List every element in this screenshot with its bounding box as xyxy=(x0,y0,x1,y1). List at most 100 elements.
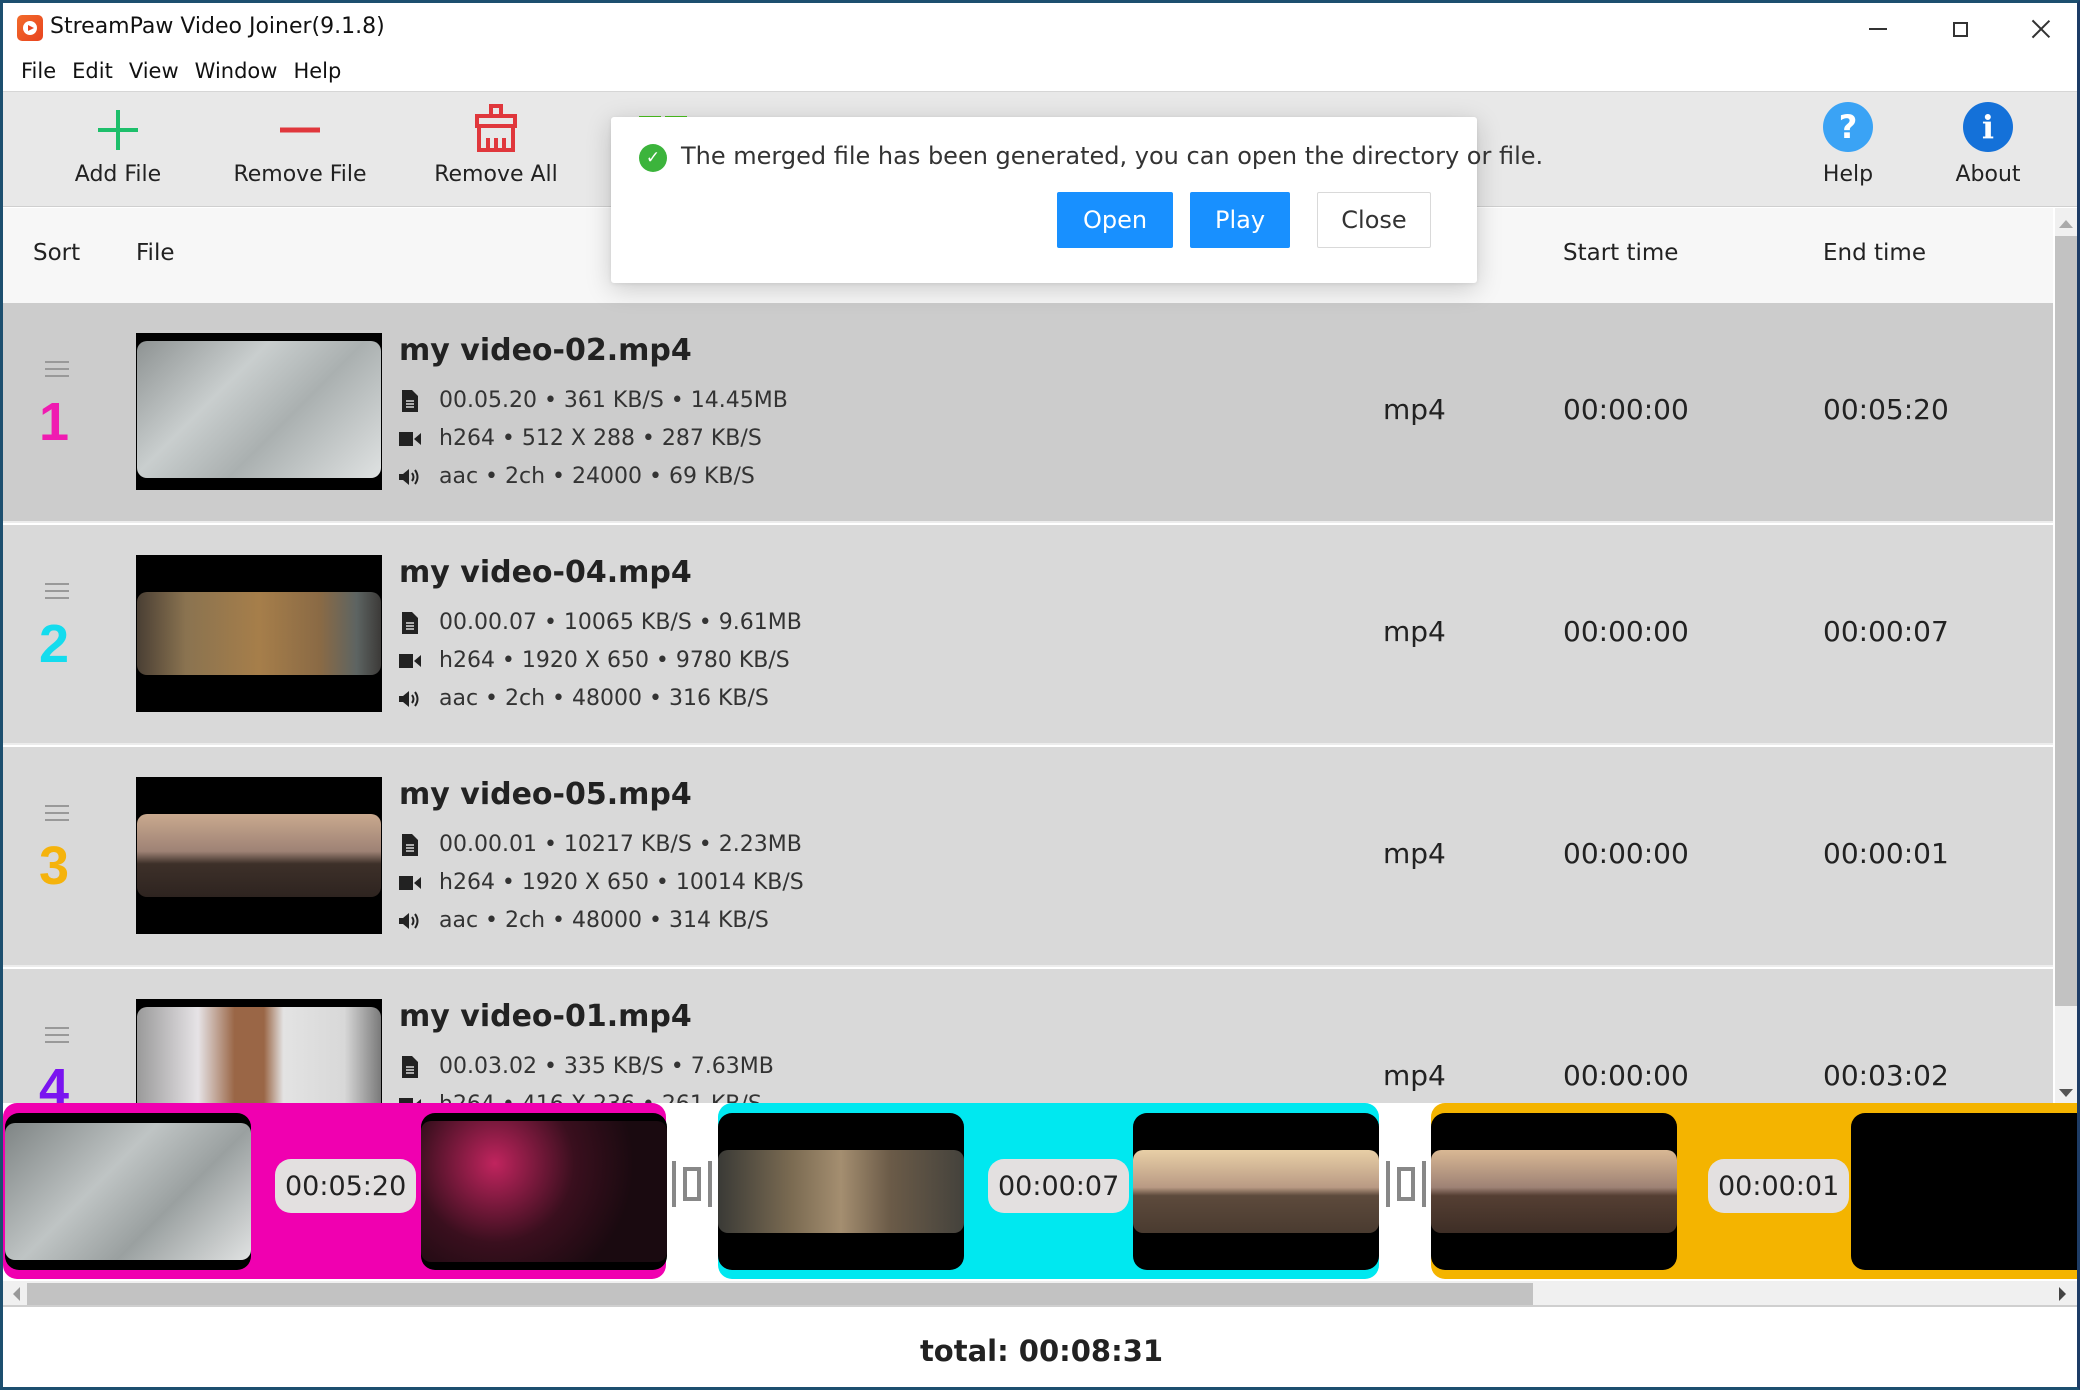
menu-edit[interactable]: Edit xyxy=(64,55,121,91)
video-info: h264 • 1920 X 650 • 9780 KB/S xyxy=(399,648,790,673)
timeline-segment[interactable]: 00:00:01 xyxy=(1431,1103,2077,1279)
info-icon: i xyxy=(1963,102,2013,152)
timeline-segment[interactable]: 00:00:07 xyxy=(718,1103,1379,1279)
plus-icon xyxy=(98,110,138,150)
maximize-button[interactable] xyxy=(1930,9,1990,49)
audio-info: aac • 2ch • 24000 • 69 KB/S xyxy=(399,464,755,489)
end-time-cell[interactable]: 00:00:01 xyxy=(1823,837,1949,870)
join-handle-icon[interactable] xyxy=(1386,1161,1426,1209)
clip-start-thumbnail xyxy=(5,1113,251,1270)
remove-all-button[interactable]: Remove All xyxy=(423,92,569,208)
file-icon xyxy=(399,833,421,856)
row-index: 2 xyxy=(39,614,70,674)
check-circle-icon: ✓ xyxy=(639,144,667,172)
clip-end-thumbnail xyxy=(1851,1113,2077,1270)
file-row[interactable]: 3 my video-05.mp4 00.00.01 • 10217 KB/S … xyxy=(3,747,2053,967)
scroll-right-arrow-icon[interactable] xyxy=(2059,1287,2066,1301)
menu-help[interactable]: Help xyxy=(285,55,349,91)
add-file-button[interactable]: Add File xyxy=(63,92,173,208)
menu-window[interactable]: Window xyxy=(187,55,286,91)
clip-end-thumbnail xyxy=(421,1113,667,1270)
end-time-cell[interactable]: 00:05:20 xyxy=(1823,393,1949,426)
speaker-icon xyxy=(399,912,421,930)
minimize-icon xyxy=(1869,28,1887,30)
end-time-cell[interactable]: 00:00:07 xyxy=(1823,615,1949,648)
about-button[interactable]: i About xyxy=(1933,92,2043,208)
segment-duration: 00:00:01 xyxy=(1708,1159,1850,1213)
video-camera-icon xyxy=(399,875,421,891)
total-duration: total: 00:08:31 xyxy=(919,1334,1164,1368)
format-cell: mp4 xyxy=(1383,1059,1446,1092)
join-handle-icon[interactable] xyxy=(672,1161,712,1209)
start-time-cell[interactable]: 00:00:00 xyxy=(1563,393,1689,426)
drag-handle-icon[interactable] xyxy=(45,361,69,379)
audio-info: aac • 2ch • 48000 • 314 KB/S xyxy=(399,908,769,933)
help-label: Help xyxy=(1822,162,1874,187)
speaker-icon xyxy=(399,690,421,708)
video-info: h264 • 512 X 288 • 287 KB/S xyxy=(399,426,762,451)
drag-handle-icon[interactable] xyxy=(45,1027,69,1045)
file-info: 00.03.02 • 335 KB/S • 7.63MB xyxy=(399,1054,774,1079)
start-time-cell[interactable]: 00:00:00 xyxy=(1563,1059,1689,1092)
menu-file[interactable]: File xyxy=(13,55,64,91)
app-window: StreamPaw Video Joiner(9.1.8) File Edit … xyxy=(0,0,2080,1390)
file-row[interactable]: 4 my video-01.mp4 00.03.02 • 335 KB/S • … xyxy=(3,969,2053,1103)
file-name: my video-02.mp4 xyxy=(399,333,692,368)
minimize-button[interactable] xyxy=(1848,9,1908,49)
file-row[interactable]: 1 my video-02.mp4 00.05.20 • 361 KB/S • … xyxy=(3,303,2053,523)
footer: total: 00:08:31 xyxy=(3,1308,2077,1387)
about-label: About xyxy=(1955,162,2021,187)
play-button[interactable]: Play xyxy=(1190,192,1290,248)
video-camera-icon xyxy=(399,431,421,447)
file-name: my video-05.mp4 xyxy=(399,777,692,812)
video-thumbnail xyxy=(136,777,382,934)
file-info: 00.00.07 • 10065 KB/S • 9.61MB xyxy=(399,610,802,635)
close-dialog-button[interactable]: Close xyxy=(1317,192,1431,248)
clip-end-thumbnail xyxy=(1133,1113,1379,1270)
column-sort[interactable]: Sort xyxy=(33,240,80,266)
broom-icon xyxy=(475,104,517,152)
add-file-label: Add File xyxy=(74,162,162,187)
scrollbar-thumb[interactable] xyxy=(27,1283,1533,1305)
audio-info: aac • 2ch • 48000 • 316 KB/S xyxy=(399,686,769,711)
segment-duration: 00:05:20 xyxy=(275,1159,417,1213)
timeline-strip: 00:05:20 00:00:07 00:00:01 xyxy=(3,1103,2077,1281)
remove-file-button[interactable]: Remove File xyxy=(227,92,373,208)
close-icon xyxy=(2031,19,2051,39)
menu-bar: File Edit View Window Help xyxy=(3,55,349,91)
column-end-time[interactable]: End time xyxy=(1823,240,1926,266)
speaker-icon xyxy=(399,468,421,486)
start-time-cell[interactable]: 00:00:00 xyxy=(1563,615,1689,648)
drag-handle-icon[interactable] xyxy=(45,805,69,823)
file-name: my video-04.mp4 xyxy=(399,555,692,590)
row-index: 4 xyxy=(39,1058,70,1103)
open-button[interactable]: Open xyxy=(1057,192,1173,248)
maximize-icon xyxy=(1952,21,1968,37)
scroll-down-arrow-icon[interactable] xyxy=(2059,1089,2073,1097)
vertical-scrollbar[interactable] xyxy=(2055,208,2077,1103)
horizontal-scrollbar[interactable] xyxy=(3,1281,2077,1307)
close-window-button[interactable] xyxy=(2011,9,2071,49)
video-thumbnail xyxy=(136,333,382,490)
window-title: StreamPaw Video Joiner(9.1.8) xyxy=(50,14,385,39)
column-file[interactable]: File xyxy=(136,240,175,266)
scrollbar-thumb[interactable] xyxy=(2055,236,2077,1006)
format-cell: mp4 xyxy=(1383,393,1446,426)
start-time-cell[interactable]: 00:00:00 xyxy=(1563,837,1689,870)
file-list: 1 my video-02.mp4 00.05.20 • 361 KB/S • … xyxy=(3,303,2053,1103)
format-cell: mp4 xyxy=(1383,615,1446,648)
file-row[interactable]: 2 my video-04.mp4 00.00.07 • 10065 KB/S … xyxy=(3,525,2053,745)
help-button[interactable]: ? Help xyxy=(1803,92,1893,208)
question-icon: ? xyxy=(1823,102,1873,152)
video-info: h264 • 1920 X 650 • 10014 KB/S xyxy=(399,870,804,895)
end-time-cell[interactable]: 00:03:02 xyxy=(1823,1059,1949,1092)
scroll-left-arrow-icon[interactable] xyxy=(13,1287,20,1301)
timeline-segment[interactable]: 00:05:20 xyxy=(3,1103,667,1279)
clip-start-thumbnail xyxy=(1431,1113,1677,1270)
scroll-up-arrow-icon[interactable] xyxy=(2059,220,2073,228)
file-info: 00.05.20 • 361 KB/S • 14.45MB xyxy=(399,388,788,413)
file-info: 00.00.01 • 10217 KB/S • 2.23MB xyxy=(399,832,802,857)
menu-view[interactable]: View xyxy=(121,55,187,91)
drag-handle-icon[interactable] xyxy=(45,583,69,601)
column-start-time[interactable]: Start time xyxy=(1563,240,1678,266)
